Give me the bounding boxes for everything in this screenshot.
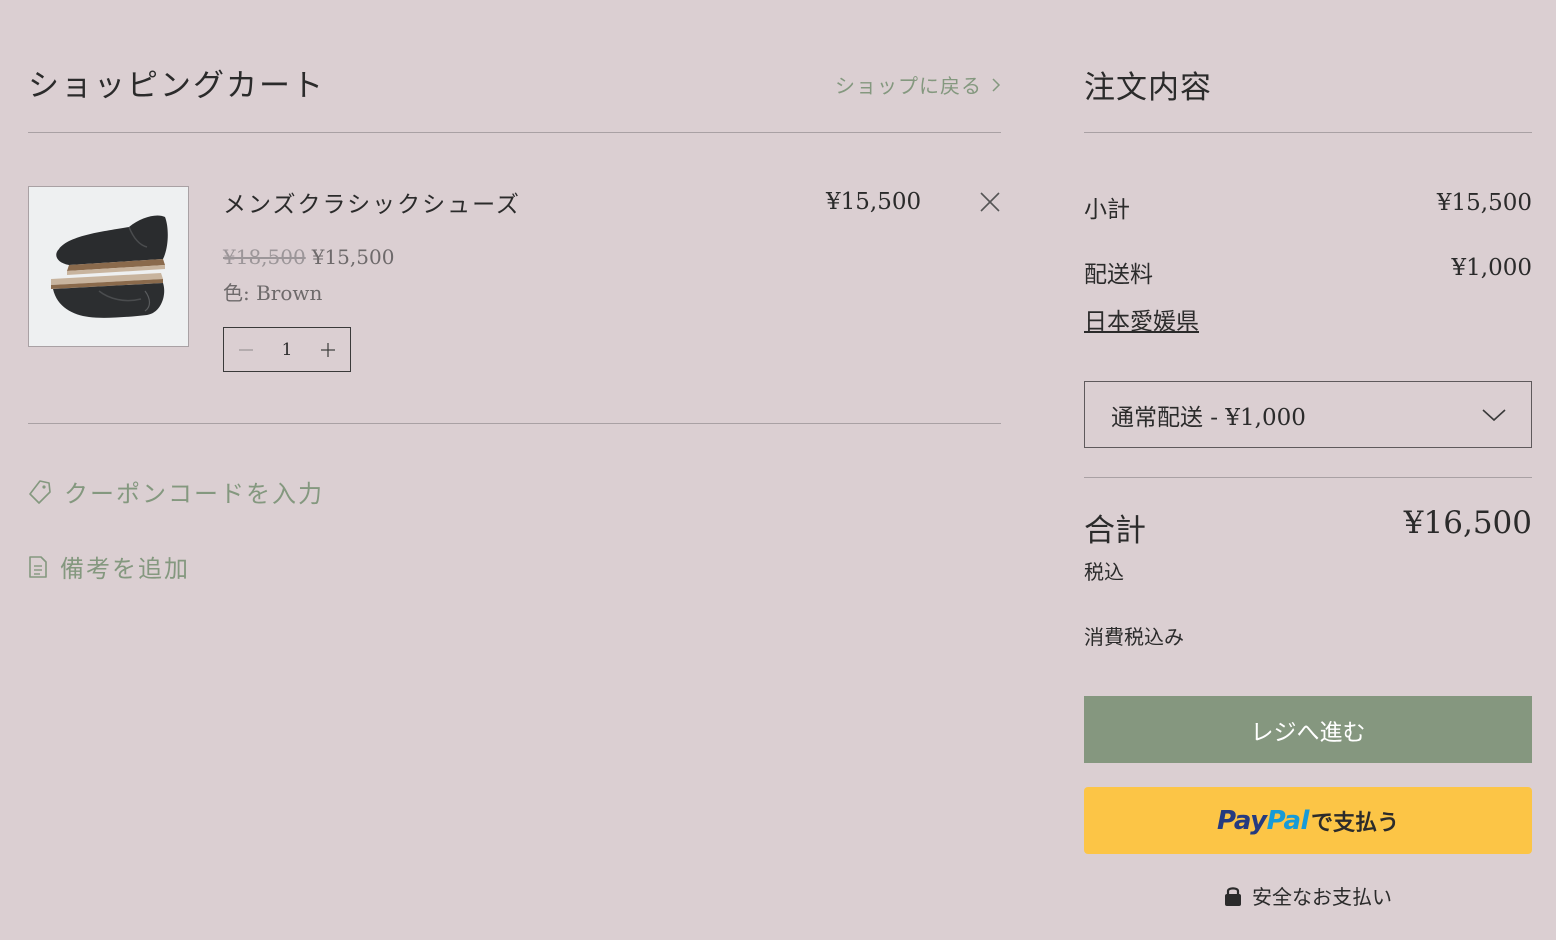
increase-quantity-button[interactable] bbox=[316, 338, 340, 362]
quantity-stepper: 1 bbox=[223, 327, 351, 372]
shipping-method-select[interactable]: 通常配送 - ¥1,000 bbox=[1084, 381, 1532, 448]
paypal-button[interactable]: PayPal で支払う bbox=[1084, 787, 1532, 854]
order-summary: 注文内容 小計 ¥15,500 配送料 ¥1,000 日本愛媛県 通常配送 - … bbox=[1084, 0, 1532, 909]
paypal-logo: PayPal bbox=[1217, 805, 1309, 836]
checkout-button[interactable]: レジへ進む bbox=[1084, 696, 1532, 763]
subtotal-label: 小計 bbox=[1084, 197, 1130, 223]
decrease-quantity-button[interactable] bbox=[234, 338, 258, 362]
subtotal-row: 小計 ¥15,500 bbox=[1084, 190, 1532, 224]
summary-divider bbox=[1084, 477, 1532, 478]
tax-included-label: 税込 bbox=[1084, 560, 1124, 584]
remove-item-button[interactable] bbox=[979, 191, 1001, 213]
shipping-label: 配送料 bbox=[1084, 262, 1153, 288]
product-variant: 色: Brown bbox=[223, 281, 323, 305]
original-price: ¥18,500 bbox=[223, 245, 306, 269]
summary-header: 注文内容 bbox=[1084, 0, 1532, 133]
cart-section: ショッピングカート ショップに戻る メンズクラシックシューズ ¥18,500 ¥… bbox=[28, 0, 1001, 424]
tax-note: 消費税込み bbox=[1084, 625, 1184, 649]
line-total: ¥15,500 bbox=[826, 189, 922, 215]
secure-payment-note: 安全なお支払い bbox=[1084, 881, 1532, 910]
cart-item: メンズクラシックシューズ ¥18,500 ¥15,500 色: Brown 1 ¥… bbox=[28, 133, 1001, 424]
summary-title: 注文内容 bbox=[1084, 70, 1212, 106]
secure-payment-label: 安全なお支払い bbox=[1252, 885, 1392, 909]
cart-header: ショッピングカート ショップに戻る bbox=[28, 0, 1001, 133]
total-row: 合計 ¥16,500 bbox=[1084, 505, 1532, 550]
minus-icon bbox=[239, 348, 253, 351]
chevron-right-icon bbox=[992, 77, 1001, 92]
shipping-region-link[interactable]: 日本愛媛県 bbox=[1084, 302, 1199, 336]
lock-icon bbox=[1225, 886, 1241, 906]
product-image[interactable] bbox=[28, 186, 189, 347]
sale-price: ¥15,500 bbox=[311, 245, 395, 269]
subtotal-value: ¥15,500 bbox=[1436, 190, 1532, 216]
add-note-link[interactable]: 備考を追加 bbox=[28, 549, 190, 584]
shipping-method-value: 通常配送 - ¥1,000 bbox=[1111, 404, 1306, 431]
plus-icon bbox=[320, 342, 335, 357]
back-to-shop-link[interactable]: ショップに戻る bbox=[835, 70, 1001, 99]
chevron-down-icon bbox=[1482, 408, 1506, 421]
shoe-image bbox=[51, 215, 168, 318]
coupon-code-label: クーポンコードを入力 bbox=[64, 480, 324, 508]
total-value: ¥16,500 bbox=[1403, 505, 1532, 541]
note-icon bbox=[29, 555, 47, 578]
coupon-code-link[interactable]: クーポンコードを入力 bbox=[28, 474, 324, 509]
tag-icon bbox=[29, 479, 51, 504]
product-name[interactable]: メンズクラシックシューズ bbox=[223, 185, 521, 219]
back-to-shop-label: ショップに戻る bbox=[835, 74, 982, 98]
cart-title: ショッピングカート bbox=[28, 68, 325, 104]
shipping-row: 配送料 ¥1,000 bbox=[1084, 255, 1532, 289]
total-label: 合計 bbox=[1084, 513, 1146, 549]
add-note-label: 備考を追加 bbox=[60, 555, 190, 583]
product-price: ¥18,500 ¥15,500 bbox=[223, 245, 394, 269]
quantity-value[interactable]: 1 bbox=[282, 340, 293, 360]
close-icon bbox=[980, 192, 1000, 212]
paypal-button-label: で支払う bbox=[1310, 810, 1399, 836]
shipping-value: ¥1,000 bbox=[1451, 255, 1532, 281]
